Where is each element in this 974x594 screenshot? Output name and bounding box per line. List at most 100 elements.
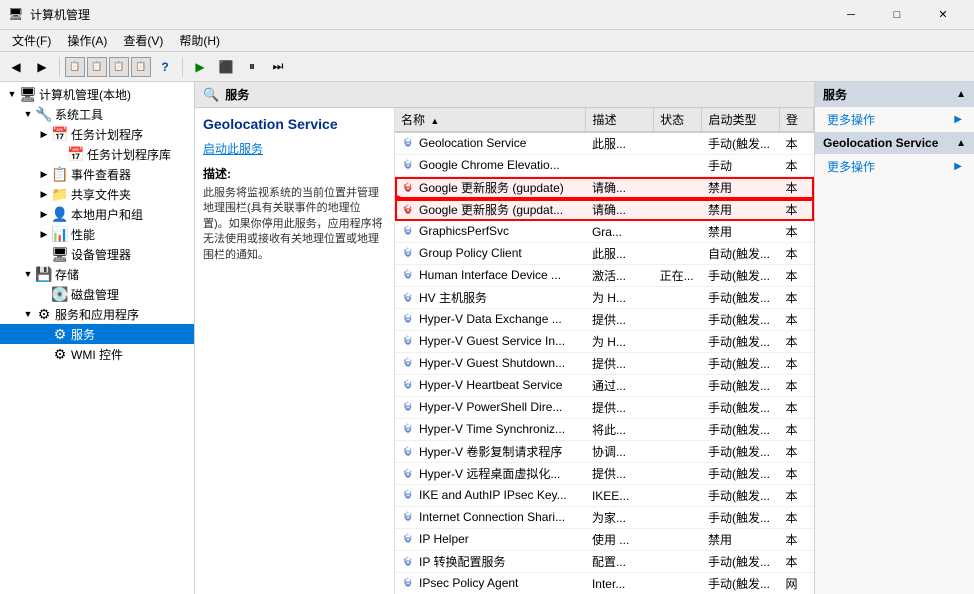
tree-label-services: 服务 [71,326,95,343]
tree-item-storage[interactable]: ▼ 💾 存储 [0,264,194,284]
ops-more-actions-1-label: 更多操作 [827,111,875,128]
toolbar-btn2[interactable]: 📋 [87,57,107,77]
ops-section-1-title[interactable]: 服务 ▲ [815,82,974,107]
service-name-cell: IP Helper [395,529,586,551]
table-row[interactable]: Human Interface Device ...激活...正在...手动(触… [395,265,814,287]
expand-services-apps[interactable]: ▼ [20,306,36,322]
expand-root[interactable]: ▼ [4,86,20,102]
table-row[interactable]: Hyper-V PowerShell Dire...提供...手动(触发...本 [395,397,814,419]
expand-storage[interactable]: ▼ [20,266,36,282]
table-row[interactable]: Hyper-V Guest Shutdown...提供...手动(触发...本 [395,353,814,375]
service-status-cell [654,243,702,265]
expand-shared[interactable]: ▶ [36,186,52,202]
gear-icon [401,555,415,569]
tree-item-disk[interactable]: 💽 磁盘管理 [0,284,194,304]
maximize-button[interactable]: □ [874,0,920,30]
menu-file[interactable]: 文件(F) [4,30,59,51]
toolbar-forward[interactable]: ▶ [30,55,54,79]
table-row[interactable]: Google Chrome Elevatio...手动本 [395,155,814,177]
minimize-button[interactable]: ─ [828,0,874,30]
icon-system: 🔧 [36,106,52,122]
menu-action[interactable]: 操作(A) [59,30,115,51]
expand-localusers[interactable]: ▶ [36,206,52,222]
toolbar-stop[interactable]: ⬛ [214,55,238,79]
tree-item-services[interactable]: ⚙ 服务 [0,324,194,344]
ops-section-1-chevron: ▲ [956,89,966,100]
table-row[interactable]: Google 更新服务 (gupdat...请确...禁用本 [395,199,814,221]
icon-tasks2: 📅 [68,146,84,162]
table-row[interactable]: IP 转换配置服务配置...手动(触发...本 [395,551,814,573]
tree-item-wmi[interactable]: ⚙ WMI 控件 [0,344,194,364]
service-status-cell [654,441,702,463]
service-name-cell: Hyper-V Heartbeat Service [395,375,586,397]
expand-events[interactable]: ▶ [36,166,52,182]
toolbar-btn3[interactable]: 📋 [109,57,129,77]
tree-item-system[interactable]: ▼ 🔧 系统工具 [0,104,194,124]
table-row[interactable]: IP Helper使用 ...禁用本 [395,529,814,551]
toolbar-btn1[interactable]: 📋 [65,57,85,77]
start-service-link[interactable]: 启动此服务 [203,140,386,157]
service-name-text: Hyper-V 卷影复制请求程序 [419,445,562,459]
toolbar-skip[interactable]: ⏭ [266,55,290,79]
tree-item-tasks[interactable]: ▶ 📅 任务计划程序 [0,124,194,144]
toolbar-pause[interactable]: ⏸ [240,55,264,79]
table-row[interactable]: IPsec Policy AgentInter...手动(触发...网 [395,573,814,594]
tree-item-devmgr[interactable]: 🖥 设备管理器 [0,244,194,264]
tree-item-perf[interactable]: ▶ 📊 性能 [0,224,194,244]
table-row[interactable]: Hyper-V 卷影复制请求程序协调...手动(触发...本 [395,441,814,463]
menu-view[interactable]: 查看(V) [115,30,171,51]
table-row[interactable]: Hyper-V Time Synchroniz...将此...手动(触发...本 [395,419,814,441]
table-row[interactable]: GraphicsPerfSvcGra...禁用本 [395,221,814,243]
tree-item-localusers[interactable]: ▶ 👤 本地用户和组 [0,204,194,224]
table-row[interactable]: Hyper-V 远程桌面虚拟化...提供...手动(触发...本 [395,463,814,485]
service-status-cell [654,463,702,485]
tree-item-tasks2[interactable]: 📅 任务计划程序库 [0,144,194,164]
tree-item-shared[interactable]: ▶ 📁 共享文件夹 [0,184,194,204]
gear-icon [401,291,415,305]
ops-section-2-title[interactable]: Geolocation Service ▲ [815,132,974,154]
service-startup-cell: 禁用 [702,199,780,221]
service-login-cell: 本 [780,221,814,243]
ops-more-actions-1[interactable]: 更多操作 ▶ [815,107,974,132]
tree-item-events[interactable]: ▶ 📋 事件查看器 [0,164,194,184]
expand-system[interactable]: ▼ [20,106,36,122]
col-header-desc[interactable]: 描述 [586,108,654,132]
expand-tasks[interactable]: ▶ [36,126,52,142]
close-button[interactable]: ✕ [920,0,966,30]
toolbar-back[interactable]: ◀ [4,55,28,79]
table-row[interactable]: Hyper-V Data Exchange ...提供...手动(触发...本 [395,309,814,331]
service-name-text: Hyper-V PowerShell Dire... [419,400,562,414]
service-name-cell: Internet Connection Shari... [395,507,586,529]
service-name-cell: Group Policy Client [395,243,586,265]
service-startup-cell: 手动(触发... [702,485,780,507]
toolbar-play[interactable]: ▶ [188,55,212,79]
toolbar-help[interactable]: ? [153,55,177,79]
table-row[interactable]: Hyper-V Guest Service In...为 H...手动(触发..… [395,331,814,353]
ops-more-actions-1-chevron: ▶ [954,114,962,125]
toolbar-btn4[interactable]: 📋 [131,57,151,77]
service-desc-cell: 请确... [586,177,654,199]
service-desc-cell: 提供... [586,353,654,375]
service-startup-cell: 手动 [702,155,780,177]
service-status-cell [654,397,702,419]
table-row[interactable]: HV 主机服务为 H...手动(触发...本 [395,287,814,309]
service-desc-cell: 此服... [586,132,654,155]
col-header-status[interactable]: 状态 [654,108,702,132]
table-row[interactable]: Geolocation Service此服...手动(触发...本 [395,132,814,155]
menu-help[interactable]: 帮助(H) [171,30,228,51]
col-header-startup[interactable]: 启动类型 [702,108,780,132]
service-login-cell: 本 [780,529,814,551]
table-row[interactable]: Hyper-V Heartbeat Service通过...手动(触发...本 [395,375,814,397]
col-header-login[interactable]: 登 [780,108,814,132]
ops-more-actions-2[interactable]: 更多操作 ▶ [815,154,974,179]
table-row[interactable]: IKE and AuthIP IPsec Key...IKEE...手动(触发.… [395,485,814,507]
table-row[interactable]: Internet Connection Shari...为家...手动(触发..… [395,507,814,529]
tree-item-services-apps[interactable]: ▼ ⚙ 服务和应用程序 [0,304,194,324]
gear-icon [401,246,415,260]
table-row[interactable]: Group Policy Client此服...自动(触发...本 [395,243,814,265]
table-row[interactable]: Google 更新服务 (gupdate)请确...禁用本 [395,177,814,199]
tree-item-root[interactable]: ▼ 🖥 计算机管理(本地) [0,84,194,104]
service-status-cell [654,507,702,529]
col-header-name[interactable]: 名称 ▲ [395,108,586,132]
expand-perf[interactable]: ▶ [36,226,52,242]
